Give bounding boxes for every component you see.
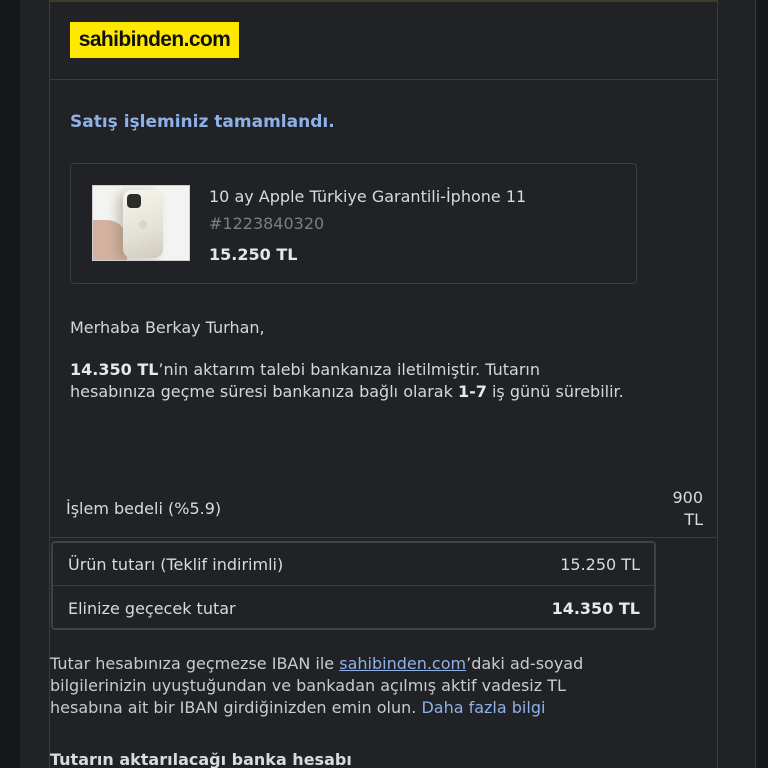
product-id: #1223840320 xyxy=(209,214,325,233)
fee-row: İşlem bedeli (%5.9) 900 TL xyxy=(50,480,717,538)
phone-icon xyxy=(123,190,163,258)
business-days: 1-7 xyxy=(457,382,487,401)
sahibinden-link[interactable]: sahibinden.com xyxy=(339,654,466,673)
product-image[interactable] xyxy=(92,185,190,261)
net-amount-label: Elinize geçecek tutar xyxy=(68,599,236,618)
bank-section-title: Tutarın aktarılacağı banka hesabı xyxy=(50,750,352,768)
email-body: sahibinden.com Satış işleminiz tamamland… xyxy=(49,0,718,768)
product-card[interactable]: 10 ay Apple Türkiye Garantili-İphone 11 … xyxy=(70,163,637,284)
email-header: sahibinden.com xyxy=(50,2,717,80)
sahibinden-logo[interactable]: sahibinden.com xyxy=(70,22,239,58)
camera-icon xyxy=(127,194,141,208)
apple-logo-icon xyxy=(139,220,147,229)
message-text-2: iş günü sürebilir. xyxy=(486,382,624,401)
summary-row: Ürün tutarı (Teklif indirimli) 15.250 TL xyxy=(53,543,654,586)
more-info-link[interactable]: Daha fazla bilgi xyxy=(421,698,545,717)
product-price: 15.250 TL xyxy=(209,245,298,264)
product-amount-value: 15.250 TL xyxy=(560,555,640,574)
note-text-1: Tutar hesabınıza geçmezse IBAN ile xyxy=(50,654,340,673)
transfer-amount: 14.350 TL xyxy=(70,360,159,379)
iban-note: Tutar hesabınıza geçmezse IBAN ile sahib… xyxy=(50,653,630,719)
summary-row: Elinize geçecek tutar 14.350 TL xyxy=(53,587,654,630)
right-gutter xyxy=(756,0,768,768)
net-amount-value: 14.350 TL xyxy=(551,599,640,618)
email-viewer: sahibinden.com Satış işleminiz tamamland… xyxy=(0,0,768,768)
fee-label: İşlem bedeli (%5.9) xyxy=(66,499,222,518)
product-amount-label: Ürün tutarı (Teklif indirimli) xyxy=(68,555,284,574)
hand-shape xyxy=(93,220,127,260)
transfer-message: 14.350 TL’nin aktarım talebi bankanıza i… xyxy=(70,359,630,403)
product-title[interactable]: 10 ay Apple Türkiye Garantili-İphone 11 xyxy=(209,187,526,206)
greeting-text: Merhaba Berkay Turhan, xyxy=(70,318,265,337)
page-title: Satış işleminiz tamamlandı. xyxy=(70,112,335,132)
left-gutter xyxy=(0,0,20,768)
fee-value: 900 TL xyxy=(672,488,703,529)
payment-summary: Ürün tutarı (Teklif indirimli) 15.250 TL… xyxy=(51,541,656,630)
